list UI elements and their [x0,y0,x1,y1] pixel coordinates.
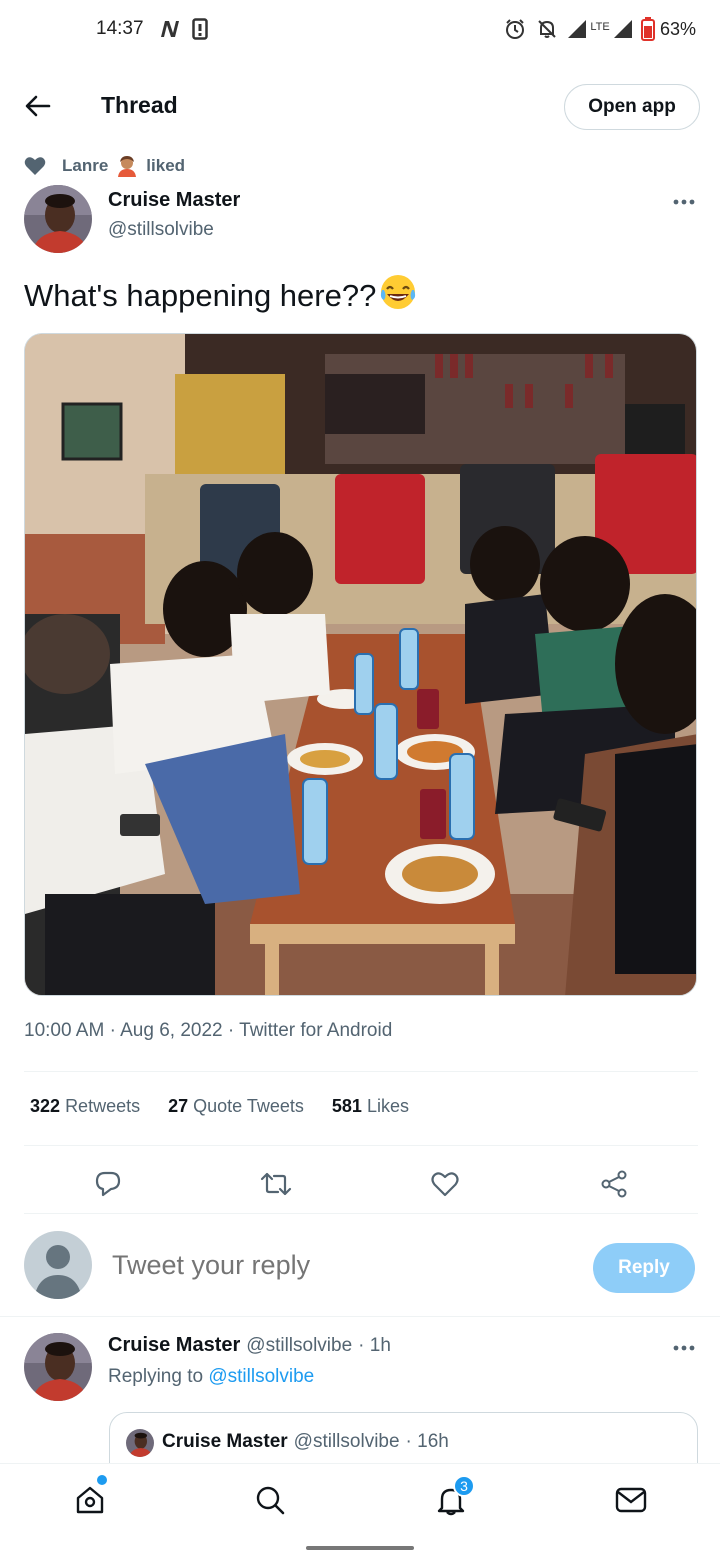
open-app-button[interactable]: Open app [564,84,700,130]
n-notification-icon [158,16,182,42]
reply-more-options-button[interactable] [668,1336,700,1360]
tweet-meta: 10:00 AM · Aug 6, 2022 · Twitter for And… [24,1020,392,1042]
share-icon [601,1170,627,1198]
reply-submit-button[interactable]: Reply [593,1243,695,1293]
reply-author-avatar[interactable] [24,1333,92,1401]
lte-label: LTE [590,21,610,33]
quote-author-name: Cruise Master [162,1431,288,1452]
person-emoji-icon [116,155,138,177]
nav-messages[interactable] [609,1478,653,1522]
home-icon [76,1486,104,1514]
tweet-source[interactable]: Twitter for Android [239,1020,392,1041]
more-options-button[interactable] [668,190,700,214]
quotes-stat[interactable]: 27 Quote Tweets [168,1096,304,1117]
signal-icon-2 [612,16,634,42]
divider [24,1071,698,1072]
quotes-label: Quote Tweets [193,1096,304,1116]
bottom-nav [0,1463,720,1537]
retweets-stat[interactable]: 322 Retweets [30,1096,140,1117]
alarm-icon [503,16,527,42]
notification-badge: 3 [453,1475,475,1497]
retweet-icon [260,1172,292,1196]
tweet-stats: 322 Retweets 27 Quote Tweets 581 Likes [30,1096,409,1117]
quote-author-handle: @stillsolvibe [293,1431,400,1452]
likes-count: 581 [331,1096,362,1116]
tweet-photo[interactable] [24,333,697,996]
arrow-left-icon [25,95,51,117]
quote-time: · 16h [405,1431,449,1452]
more-icon [673,1345,695,1351]
social-action: liked [146,156,186,175]
sim-icon [190,16,210,42]
author-avatar[interactable] [24,185,92,253]
battery-percent: 63% [660,19,697,39]
author-handle[interactable]: @stillsolvibe [108,219,214,241]
heart-icon [24,155,46,177]
retweets-label: Retweets [65,1096,141,1116]
meta-separator: · [109,1020,116,1041]
header: Thread Open app [0,72,720,140]
social-context: Lanre liked [24,154,185,178]
tweet-date[interactable]: Aug 6, 2022 [120,1020,222,1041]
reply-icon [95,1171,121,1197]
like-button[interactable] [425,1164,465,1204]
retweet-button[interactable] [256,1164,296,1204]
quotes-count: 27 [168,1096,189,1116]
divider-2 [24,1145,698,1146]
author-name[interactable]: Cruise Master [108,189,240,212]
reply-input[interactable] [112,1250,562,1281]
retweets-count: 322 [30,1096,61,1116]
likes-label: Likes [366,1096,409,1116]
signal-icon [566,16,588,42]
status-time: 14:37 [96,18,144,39]
tweet-body: What's happening here?? [24,278,377,313]
status-bar: 14:37 LTE 63% [0,0,720,60]
mute-icon [535,16,559,42]
tweet-text: What's happening here?? [24,272,418,320]
back-button[interactable] [16,86,60,126]
social-user[interactable]: Lanre [62,156,108,176]
search-icon [256,1486,285,1515]
laughing-emoji-icon [378,272,418,320]
gesture-bar[interactable] [306,1546,414,1550]
section-divider [0,1316,720,1317]
reply-time: · 1h [358,1335,391,1356]
share-button[interactable] [594,1164,634,1204]
nav-search[interactable] [248,1478,292,1522]
replying-prefix: Replying to [108,1366,204,1387]
battery-icon [640,16,656,42]
reply-author-line: Cruise Master @stillsolvibe · 1h [108,1334,391,1357]
messages-icon [615,1487,647,1513]
quote-author-line: Cruise Master @stillsolvibe · 16h [162,1431,449,1453]
tweet-actions [24,1156,698,1204]
tweet-time[interactable]: 10:00 AM [24,1020,104,1041]
divider-3 [24,1213,698,1214]
quote-author-avatar [126,1429,154,1457]
page-title: Thread [101,92,178,118]
photo-restaurant-table-image [25,334,696,995]
meta-separator-2: · [227,1020,235,1041]
home-unread-dot [97,1475,107,1485]
default-avatar [24,1231,92,1299]
more-icon [673,199,695,205]
replying-to: Replying to @stillsolvibe [108,1366,314,1388]
reply-author-name[interactable]: Cruise Master [108,1334,240,1357]
nav-home[interactable] [68,1478,112,1522]
like-icon [431,1172,459,1197]
reply-button[interactable] [88,1164,128,1204]
likes-stat[interactable]: 581 Likes [332,1096,409,1117]
replying-to-link[interactable]: @stillsolvibe [208,1366,314,1387]
reply-author-handle[interactable]: @stillsolvibe [246,1335,352,1357]
